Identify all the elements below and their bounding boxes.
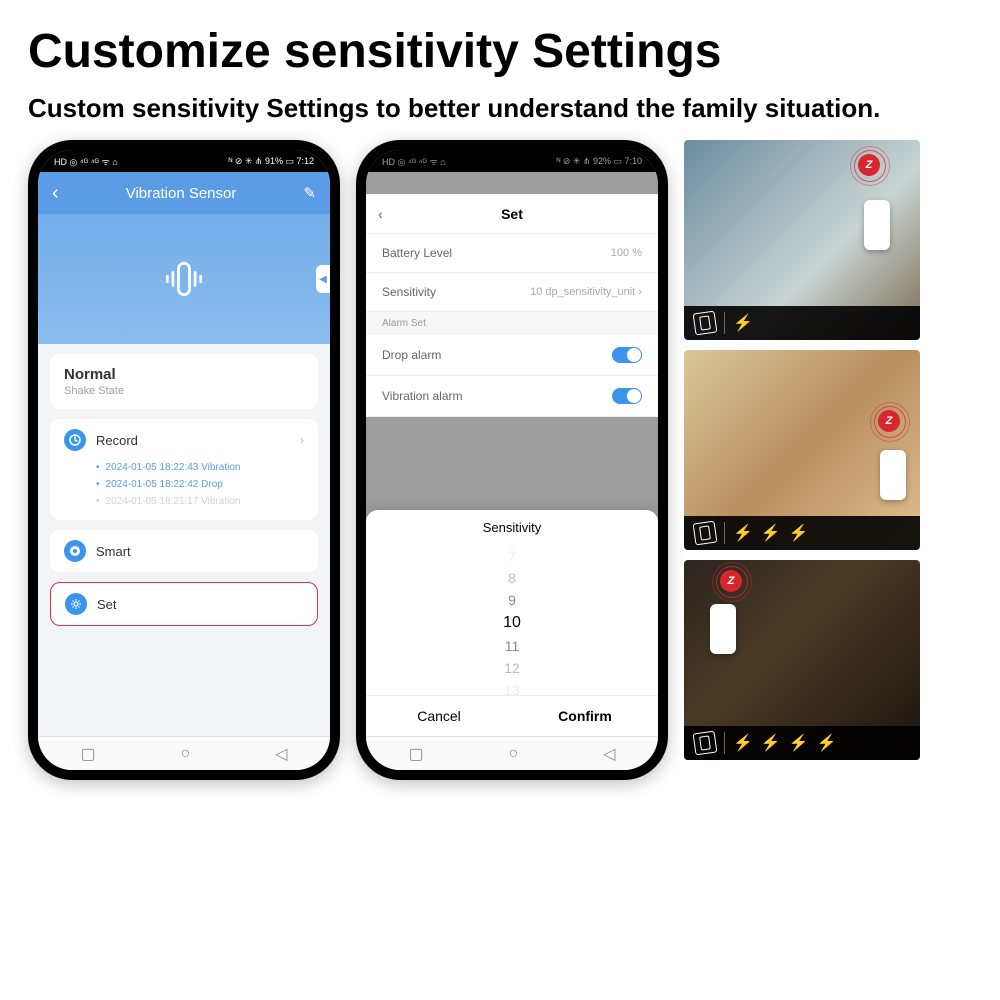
sensitivity-value: 10 dp_sensitivity_unit › (530, 286, 642, 298)
set-card[interactable]: Set (50, 582, 318, 626)
battery-row: Battery Level 100 % (366, 234, 658, 273)
vibration-alarm-toggle[interactable] (612, 388, 642, 404)
bolt-icon: ⚡ (761, 523, 781, 543)
confirm-button[interactable]: Confirm (512, 696, 658, 736)
alarm-section: Alarm Set (366, 312, 658, 335)
vibration-icon (693, 311, 718, 336)
phone-main: HD ◎ ⁴ᴳ ⁴ᴳ ᯤ ⌂ ᴺ ⊘ ✳ ⋔ 91% ▭ 7:12 ‹ Vibr… (28, 140, 340, 780)
nav-back-icon[interactable]: ◁ (603, 744, 615, 764)
edit-icon[interactable]: ✎ (303, 184, 316, 202)
picker-option-selected[interactable]: 10 (366, 611, 658, 635)
record-label: Record (96, 433, 290, 448)
picker-option[interactable]: 12 (366, 657, 658, 679)
status-bar: HD ◎ ⁴ᴳ ⁴ᴳ ᯤ ⌂ ᴺ ⊘ ✳ ⋔ 91% ▭ 7:12 (38, 150, 330, 172)
bolt-icon: ⚡ (789, 523, 809, 543)
back-icon[interactable]: ‹ (52, 182, 59, 205)
back-icon[interactable]: ‹ (378, 206, 383, 222)
picker-option[interactable]: 7 (366, 545, 658, 567)
chevron-right-icon: › (300, 433, 304, 447)
bolt-icon: ⚡ (733, 313, 753, 333)
state-card: Normal Shake State (50, 354, 318, 409)
battery-value: 100 % (611, 247, 642, 259)
cancel-button[interactable]: Cancel (366, 696, 512, 736)
nav-recent-icon[interactable]: ▢ (80, 744, 95, 764)
record-list: 2024-01-05 18:22:43 Vibration 2024-01-05… (64, 459, 304, 510)
clock-icon (64, 429, 86, 451)
android-navbar: ▢ ○ ◁ (38, 736, 330, 770)
smart-label: Smart (96, 544, 304, 559)
drop-alarm-label: Drop alarm (382, 348, 441, 362)
page-subtitle: Custom sensitivity Settings to better un… (0, 83, 1000, 140)
state-title: Normal (64, 366, 304, 383)
nav-recent-icon[interactable]: ▢ (408, 744, 423, 764)
vibration-alarm-label: Vibration alarm (382, 389, 462, 403)
sensor-device (710, 604, 736, 654)
android-navbar: ▢ ○ ◁ (366, 736, 658, 770)
picker-option[interactable]: 11 (366, 635, 658, 657)
nav-home-icon[interactable]: ○ (509, 745, 519, 763)
status-right: ᴺ ⊘ ✳ ⋔ 91% ▭ 7:12 (228, 156, 314, 167)
sensitivity-row[interactable]: Sensitivity 10 dp_sensitivity_unit › (366, 273, 658, 312)
bolt-icon: ⚡ (761, 733, 781, 753)
page-title: Customize sensitivity Settings (0, 0, 1000, 83)
record-item: 2024-01-05 18:22:43 Vibration (96, 459, 304, 476)
vibration-icon (159, 254, 209, 304)
scene-gallery: Z ⚡ Z ⚡ ⚡ ⚡ Z ⚡ (684, 140, 920, 760)
smart-icon (64, 540, 86, 562)
bolt-icon: ⚡ (733, 733, 753, 753)
zigbee-icon: Z (858, 154, 880, 176)
record-card[interactable]: Record › 2024-01-05 18:22:43 Vibration 2… (50, 419, 318, 520)
smart-card[interactable]: Smart (50, 530, 318, 572)
zigbee-icon: Z (878, 410, 900, 432)
drop-alarm-toggle[interactable] (612, 347, 642, 363)
app-header: ‹ Vibration Sensor ✎ (38, 172, 330, 214)
set-label: Set (97, 597, 303, 612)
picker-option[interactable]: 8 (366, 567, 658, 589)
record-item: 2024-01-05 18:22:42 Drop (96, 476, 304, 493)
drop-alarm-row: Drop alarm (366, 335, 658, 376)
picker-wheel[interactable]: 7 8 9 10 11 12 13 (366, 545, 658, 695)
pull-tab-icon[interactable]: ◀ (316, 265, 330, 293)
set-title: Set (501, 206, 523, 222)
picker-option[interactable]: 9 (366, 589, 658, 611)
sensitivity-picker: Sensitivity 7 8 9 10 11 12 13 Cancel Con… (366, 510, 658, 736)
picker-title: Sensitivity (366, 510, 658, 545)
scene-safe: Z ⚡ ⚡ ⚡ ⚡ (684, 560, 920, 760)
bolt-icon: ⚡ (789, 733, 809, 753)
vibration-icon (693, 521, 718, 546)
bolt-icon: ⚡ (817, 733, 837, 753)
status-left: HD ◎ ⁴ᴳ ⁴ᴳ ᯤ ⌂ (54, 155, 118, 168)
hero: ◀ (38, 214, 330, 344)
record-item: 2024-01-05 18:21:17 Vibration (96, 493, 304, 510)
sensor-device (880, 450, 906, 500)
state-sub: Shake State (64, 385, 304, 397)
sensor-device (864, 200, 890, 250)
nav-back-icon[interactable]: ◁ (275, 744, 287, 764)
nav-home-icon[interactable]: ○ (181, 745, 191, 763)
battery-label: Battery Level (382, 246, 452, 260)
gear-icon (65, 593, 87, 615)
phone-settings: HD ◎ ⁴ᴳ ⁴ᴳ ᯤ ⌂ ᴺ ⊘ ✳ ⋔ 92% ▭ 7:10 ‹ Set … (356, 140, 668, 780)
sensitivity-label: Sensitivity (382, 285, 436, 299)
scene-door: Z ⚡ ⚡ ⚡ (684, 350, 920, 550)
picker-option[interactable]: 13 (366, 679, 658, 695)
set-header: ‹ Set (366, 194, 658, 234)
bolt-icon: ⚡ (733, 523, 753, 543)
scene-window: Z ⚡ (684, 140, 920, 340)
zigbee-icon: Z (720, 570, 742, 592)
header-title: Vibration Sensor (126, 185, 237, 202)
vibration-alarm-row: Vibration alarm (366, 376, 658, 417)
vibration-icon (693, 731, 718, 756)
